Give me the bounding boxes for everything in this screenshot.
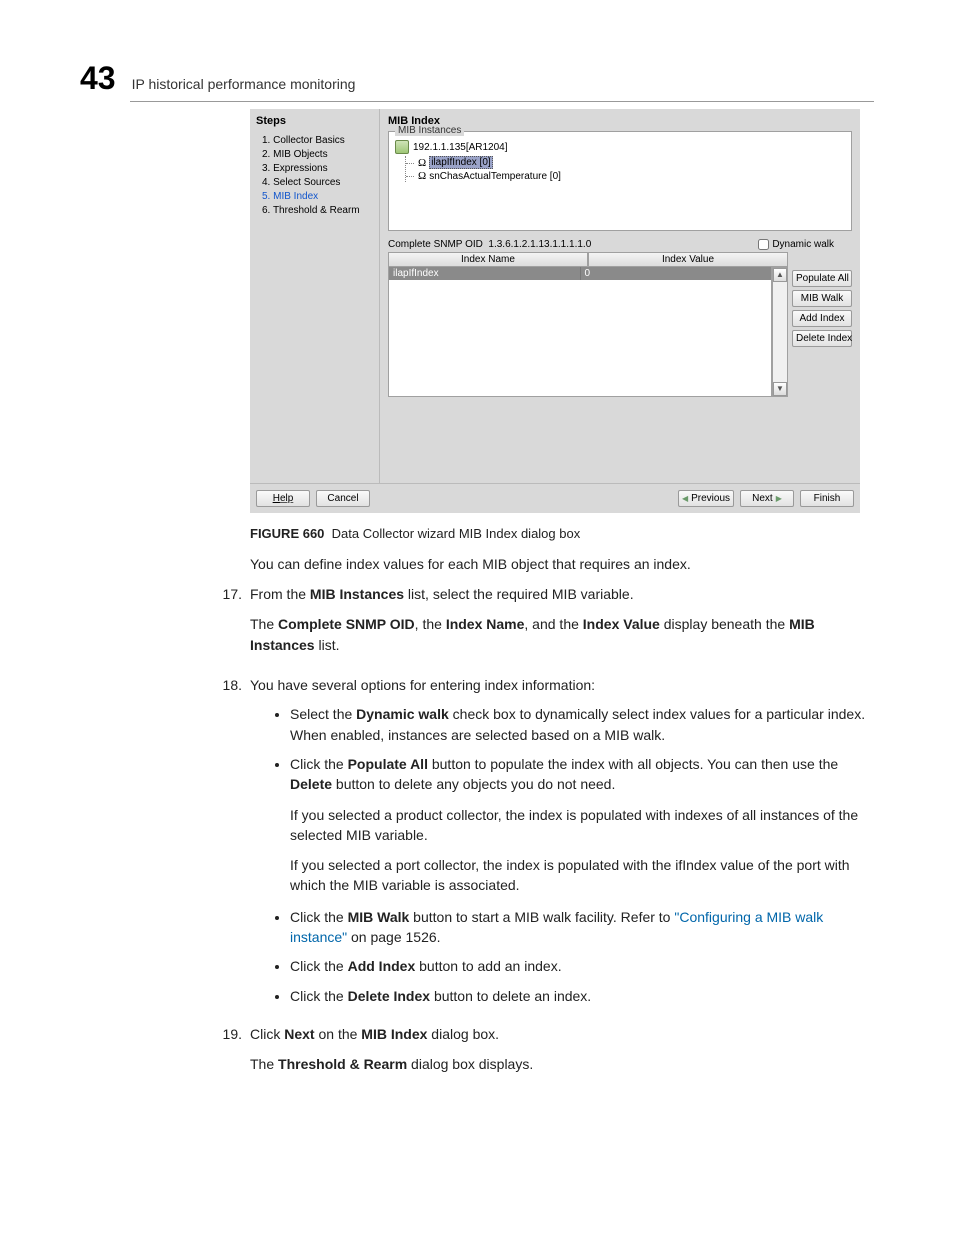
- step-17: 17. From the MIB Instances list, select …: [210, 584, 870, 665]
- tree-root[interactable]: 192.1.1.135[AR1204]: [395, 140, 845, 154]
- omega-icon: Ω: [418, 157, 426, 169]
- dialog-bottom-bar: Help Cancel Previous Next Finish: [250, 483, 860, 513]
- bullet-add-index: Click the Add Index button to add an ind…: [290, 955, 870, 976]
- tree-leaf-1-label: ilapIfIndex [0]: [429, 156, 492, 169]
- next-button[interactable]: Next: [740, 490, 794, 507]
- scrollbar[interactable]: ▲ ▼: [772, 267, 788, 397]
- index-row[interactable]: ilapIfIndex 0: [389, 267, 771, 280]
- step-6[interactable]: 6. Threshold & Rearm: [262, 205, 371, 216]
- bullet-delete-index: Click the Delete Index button to delete …: [290, 985, 870, 1006]
- index-row-name: ilapIfIndex: [389, 267, 581, 280]
- previous-button[interactable]: Previous: [678, 490, 734, 507]
- dynamic-walk-input[interactable]: [758, 239, 769, 250]
- step-1[interactable]: 1. Collector Basics: [262, 135, 371, 146]
- chapter-title: IP historical performance monitoring: [132, 76, 356, 92]
- header-rule: [130, 101, 874, 102]
- steps-title: Steps: [256, 115, 371, 131]
- col-index-name[interactable]: Index Name: [388, 252, 588, 267]
- index-row-value: 0: [581, 267, 772, 280]
- device-icon: [395, 140, 409, 154]
- chapter-number: 43: [80, 60, 116, 97]
- tree-leaf-1[interactable]: Ω ilapIfIndex [0]: [406, 156, 845, 169]
- tree-root-label: 192.1.1.135[AR1204]: [413, 142, 508, 153]
- step-2[interactable]: 2. MIB Objects: [262, 149, 371, 160]
- step-4[interactable]: 4. Select Sources: [262, 177, 371, 188]
- step-18: 18. You have several options for enterin…: [210, 675, 870, 1014]
- page-header: 43 IP historical performance monitoring: [80, 60, 874, 97]
- tree-leaf-2[interactable]: Ω snChasActualTemperature [0]: [406, 170, 845, 182]
- oid-text: Complete SNMP OID 1.3.6.1.2.1.13.1.1.1.1…: [388, 239, 591, 250]
- bullet-populate-all: Click the Populate All button to populat…: [290, 753, 870, 896]
- intro-paragraph: You can define index values for each MIB…: [250, 554, 870, 574]
- dialog-mib-index: Steps 1. Collector Basics 2. MIB Objects…: [250, 109, 860, 513]
- cancel-button[interactable]: Cancel: [316, 490, 370, 507]
- scroll-down-icon[interactable]: ▼: [773, 382, 787, 396]
- dynamic-walk-checkbox[interactable]: Dynamic walk: [758, 239, 834, 250]
- mib-instances-box: MIB Instances 192.1.1.135[AR1204] Ω ilap…: [388, 131, 852, 231]
- step-19: 19. Click Next on the MIB Index dialog b…: [210, 1024, 870, 1085]
- help-button[interactable]: Help: [256, 490, 310, 507]
- mib-instances-legend: MIB Instances: [395, 125, 464, 136]
- dynamic-walk-label: Dynamic walk: [772, 239, 834, 250]
- mib-tree: 192.1.1.135[AR1204] Ω ilapIfIndex [0] Ω …: [389, 132, 851, 187]
- steps-list: 1. Collector Basics 2. MIB Objects 3. Ex…: [256, 135, 371, 216]
- omega-icon: Ω: [418, 170, 426, 182]
- tree-leaf-2-label: snChasActualTemperature [0]: [429, 171, 561, 182]
- add-index-button[interactable]: Add Index: [792, 310, 852, 327]
- populate-all-button[interactable]: Populate All: [792, 270, 852, 287]
- steps-pane: Steps 1. Collector Basics 2. MIB Objects…: [250, 109, 380, 483]
- mib-walk-button[interactable]: MIB Walk: [792, 290, 852, 307]
- main-pane: MIB Index MIB Instances 192.1.1.135[AR12…: [380, 109, 860, 483]
- body-text: FIGURE 660 Data Collector wizard MIB Ind…: [250, 525, 870, 1084]
- delete-index-button[interactable]: Delete Index: [792, 330, 852, 347]
- col-index-value[interactable]: Index Value: [588, 252, 788, 267]
- figure-caption: FIGURE 660 Data Collector wizard MIB Ind…: [250, 525, 870, 544]
- step-5[interactable]: 5. MIB Index: [262, 191, 371, 202]
- scroll-up-icon[interactable]: ▲: [773, 268, 787, 282]
- step-3[interactable]: 3. Expressions: [262, 163, 371, 174]
- bullet-dynamic-walk: Select the Dynamic walk check box to dyn…: [290, 703, 870, 745]
- bullet-mib-walk: Click the MIB Walk button to start a MIB…: [290, 906, 870, 948]
- index-table: Index Name Index Value ilapIfIndex 0: [388, 252, 788, 397]
- finish-button[interactable]: Finish: [800, 490, 854, 507]
